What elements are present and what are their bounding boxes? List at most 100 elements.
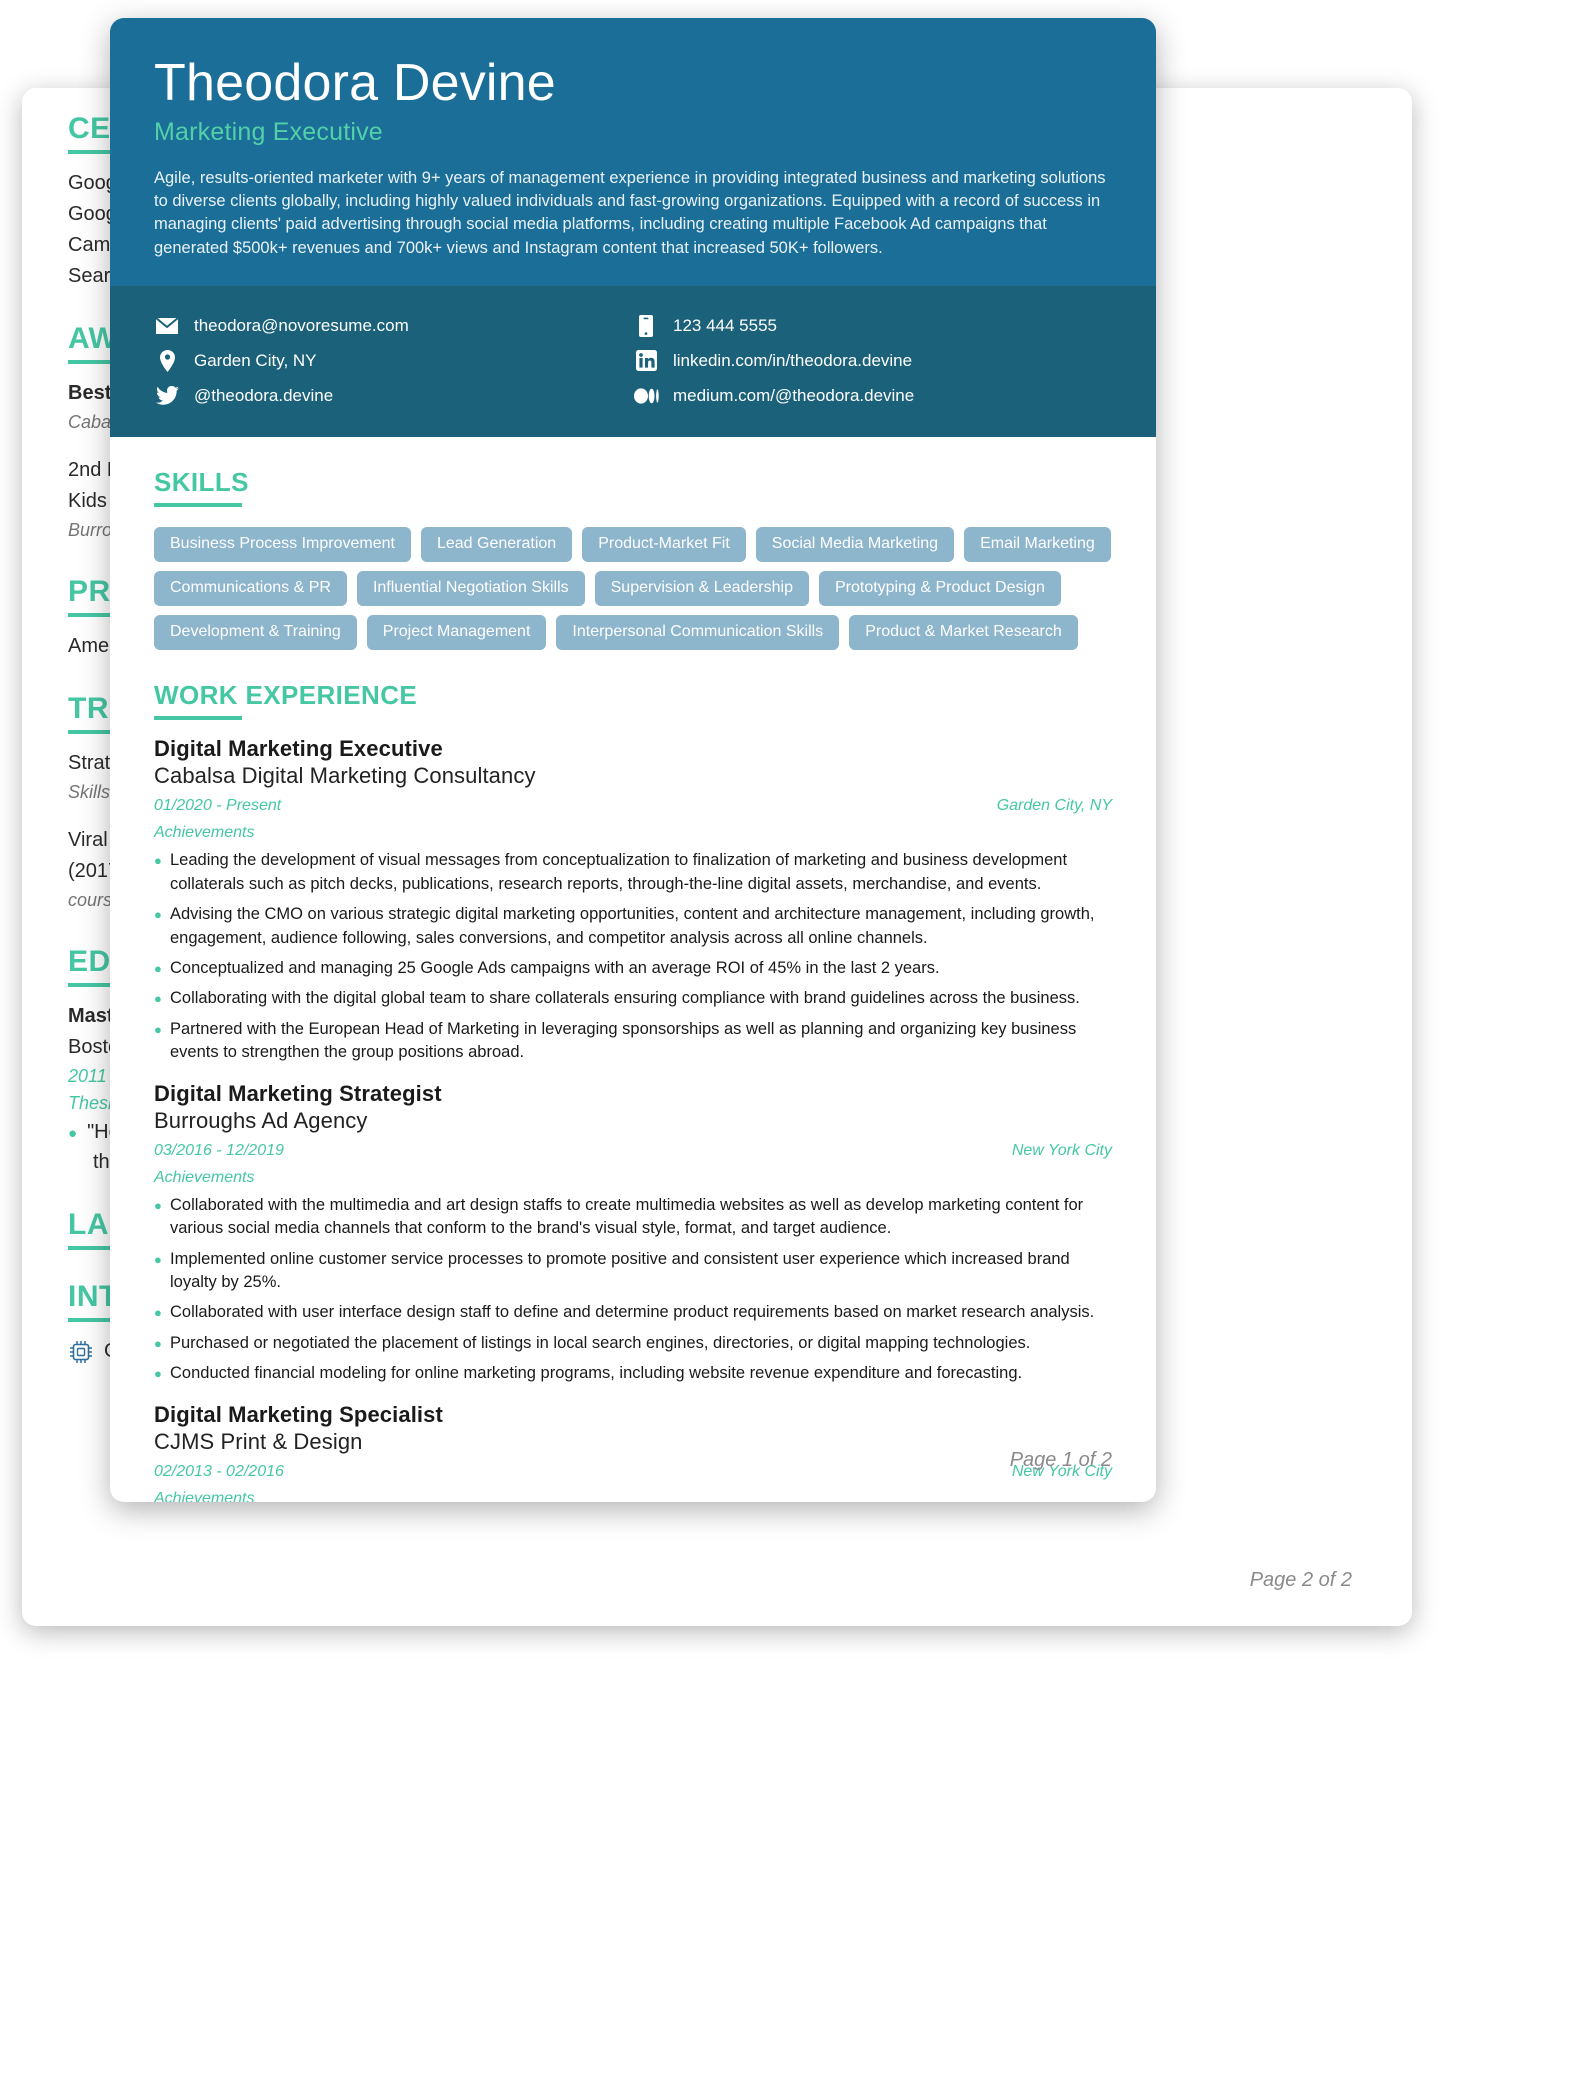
skills-heading-rule <box>154 503 242 508</box>
profile-summary: Agile, results-oriented marketer with 9+… <box>154 168 1106 257</box>
achievement-text: Partnered with the European Head of Mark… <box>170 1019 1077 1062</box>
achievement-item: ● Collaborated with user interface design… <box>154 1301 1112 1324</box>
achievement-item: ● Implemented online customer service pro… <box>154 1248 1112 1295</box>
job-dates: 02/2013 - 02/2016 <box>154 1462 284 1480</box>
achievement-item: ● Collaborated with the multimedia and ar… <box>154 1194 1112 1241</box>
bullet-icon: ● <box>154 960 162 976</box>
contact-value: @theodora.devine <box>194 385 334 405</box>
skill-tag[interactable]: Prototyping & Product Design <box>818 571 1061 607</box>
bullet-icon: ● <box>154 853 162 869</box>
work-experience-entry: Digital Marketing Strategist Burroughs Ad… <box>154 1081 1112 1386</box>
achievement-item: ● Purchased or negotiated the placement o… <box>154 1332 1112 1355</box>
work-experience-entry: Digital Marketing Executive Cabalsa Digit… <box>154 736 1112 1064</box>
skill-tag[interactable]: Email Marketing <box>964 527 1111 563</box>
job-title: Digital Marketing Strategist <box>154 1080 442 1106</box>
contact-value: Garden City, NY <box>194 350 317 370</box>
achievements-list: ● Collaborated with the multimedia and ar… <box>154 1194 1112 1386</box>
bullet-icon: ● <box>154 907 162 923</box>
contact-bar: theodora@novoresume.com Garden City, NY @t… <box>110 286 1156 438</box>
linkedin-icon <box>633 350 659 372</box>
job-location: New York City <box>1011 1141 1112 1159</box>
skill-tag[interactable]: Product & Market Research <box>849 615 1078 651</box>
location-pin-icon <box>154 349 180 372</box>
work-experience-list: Digital Marketing Executive Cabalsa Digit… <box>154 736 1112 1502</box>
skill-tag[interactable]: Lead Generation <box>420 527 573 563</box>
achievements-label: Achievements <box>154 1489 255 1502</box>
contact-value: linkedin.com/in/theodora.devine <box>673 350 913 370</box>
job-dates: 03/2016 - 12/2019 <box>154 1141 284 1159</box>
achievement-text: Collaborating with the digital global te… <box>170 989 1080 1008</box>
skills-section-heading: SKILLS <box>154 467 249 498</box>
cpu-chip-icon <box>68 1339 94 1365</box>
contact-row-phone[interactable]: 123 444 5555 <box>633 308 1112 343</box>
contact-column-right: 123 444 5555 linkedin.com/in/theodora.dev… <box>633 308 1112 413</box>
achievements-label: Achievements <box>154 1168 255 1186</box>
skill-tag[interactable]: Project Management <box>366 615 547 651</box>
contact-row-linkedin[interactable]: linkedin.com/in/theodora.devine <box>633 343 1112 378</box>
achievement-text: Conceptualized and managing 25 Google Ad… <box>170 958 940 977</box>
bullet-icon: ● <box>154 1335 162 1351</box>
achievement-text: Leading the development of visual messag… <box>170 851 1068 893</box>
job-company: CJMS Print & Design <box>154 1428 363 1454</box>
skill-tag[interactable]: Business Process Improvement <box>154 527 411 563</box>
job-meta: 01/2020 - Present Garden City, NY <box>154 797 1112 815</box>
resume-page-1[interactable]: Theodora Devine Marketing Executive Agil… <box>110 18 1156 1502</box>
work-experience-entry: Digital Marketing Specialist CJMS Print &… <box>154 1402 1112 1502</box>
contact-row-twitter[interactable]: @theodora.devine <box>154 378 633 413</box>
page-1-footer: Page 1 of 2 <box>1009 1449 1112 1471</box>
email-icon <box>154 317 180 334</box>
contact-row-medium[interactable]: medium.com/@theodora.devine <box>633 378 1112 413</box>
job-location: Garden City, NY <box>996 797 1112 815</box>
job-company: Burroughs Ad Agency <box>154 1107 368 1133</box>
job-dates: 01/2020 - Present <box>154 797 282 815</box>
candidate-name: Theodora Devine <box>154 54 556 112</box>
achievement-text: Advising the CMO on various strategic di… <box>170 905 1095 947</box>
twitter-icon <box>154 386 180 406</box>
medium-icon <box>633 388 659 404</box>
skill-tag[interactable]: Development & Training <box>154 615 357 651</box>
achievements-list: ● Leading the development of visual messa… <box>154 849 1112 1064</box>
work-experience-section-heading: WORK EXPERIENCE <box>154 680 418 711</box>
job-meta: 02/2013 - 02/2016 New York City <box>154 1463 1112 1481</box>
contact-row-location-pin[interactable]: Garden City, NY <box>154 343 633 378</box>
bullet-icon: ● <box>154 991 162 1007</box>
bullet-icon: ● <box>154 1305 162 1321</box>
achievement-text: Collaborated with the multimedia and art… <box>170 1195 1084 1238</box>
skill-tag[interactable]: Supervision & Leadership <box>594 571 809 607</box>
achievement-item: ● Conducted financial modeling for online… <box>154 1362 1112 1385</box>
resume-header: Theodora Devine Marketing Executive Agil… <box>110 18 1156 287</box>
skill-tag[interactable]: Product-Market Fit <box>582 527 746 563</box>
contact-value: medium.com/@theodora.devine <box>673 385 915 405</box>
phone-icon <box>633 314 659 337</box>
skill-tag[interactable]: Interpersonal Communication Skills <box>556 615 840 651</box>
job-company: Cabalsa Digital Marketing Consultancy <box>154 763 536 789</box>
job-title: Digital Marketing Executive <box>154 736 443 762</box>
contact-value: 123 444 5555 <box>673 315 777 335</box>
bullet-icon: ● <box>154 1366 162 1382</box>
bullet-icon: ● <box>154 1197 162 1213</box>
contact-row-email[interactable]: theodora@novoresume.com <box>154 308 633 343</box>
candidate-job-title: Marketing Executive <box>154 117 383 146</box>
achievement-text: Collaborated with user interface design … <box>170 1303 1095 1322</box>
contact-column-left: theodora@novoresume.com Garden City, NY @t… <box>154 308 633 413</box>
achievements-label: Achievements <box>154 824 255 842</box>
achievement-text: Conducted financial modeling for online … <box>170 1364 1023 1383</box>
page-2-footer: Page 2 of 2 <box>1249 1569 1352 1591</box>
skills-tag-list: Business Process Improvement Lead Generat… <box>154 527 1112 651</box>
achievement-item: ● Conceptualized and managing 25 Google A… <box>154 957 1112 980</box>
achievement-item: ● Collaborating with the digital global t… <box>154 987 1112 1010</box>
job-meta: 03/2016 - 12/2019 New York City <box>154 1142 1112 1160</box>
bullet-icon: ● <box>154 1251 162 1267</box>
skill-tag[interactable]: Influential Negotiation Skills <box>356 571 585 607</box>
achievement-item: ● Partnered with the European Head of Mar… <box>154 1018 1112 1065</box>
job-title: Digital Marketing Specialist <box>154 1401 443 1427</box>
achievement-text: Purchased or negotiated the placement of… <box>170 1333 1031 1352</box>
skill-tag[interactable]: Communications & PR <box>154 571 347 607</box>
bullet-icon: ● <box>154 1021 162 1037</box>
skill-tag[interactable]: Social Media Marketing <box>755 527 955 563</box>
work-experience-heading-rule <box>154 716 242 721</box>
achievement-item: ● Leading the development of visual messa… <box>154 849 1112 896</box>
achievement-text: Implemented online customer service proc… <box>170 1249 1070 1291</box>
achievement-item: ● Advising the CMO on various strategic d… <box>154 903 1112 950</box>
contact-value: theodora@novoresume.com <box>194 315 409 335</box>
